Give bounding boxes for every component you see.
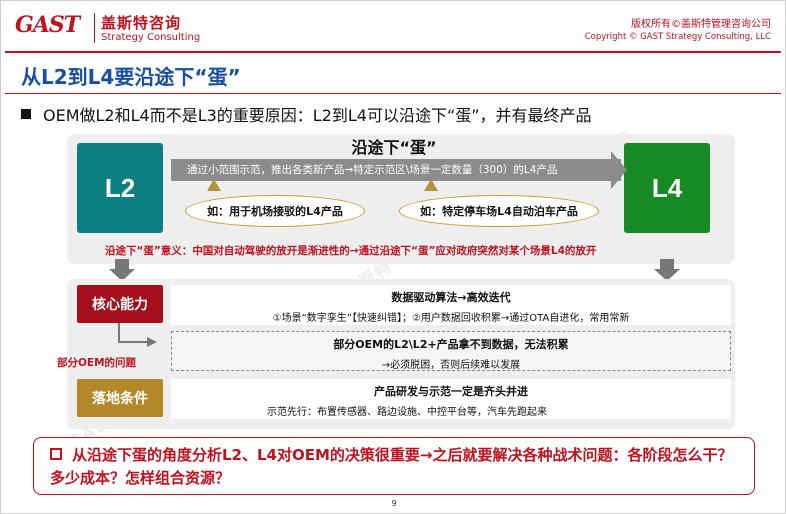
down-arrow-icon: [109, 259, 135, 281]
slide: GAST 盖斯特咨询 Strategy Consulting 版权所有©盖斯特管…: [0, 0, 786, 514]
company-name-en: Strategy Consulting: [101, 32, 201, 43]
arrow-head-icon: [611, 151, 627, 189]
conclusion-text: 从沿途下蛋的角度分析L2、L4对OEM的决策很重要→之后就要解决各种战术问题：各…: [50, 446, 733, 487]
connector-arrow-icon: [147, 337, 157, 347]
triangle-up-icon: [424, 179, 438, 191]
page-title: 从L2到L4要沿途下“蛋”: [21, 65, 241, 89]
oem-issue-label: 部分OEM的问题: [57, 357, 137, 369]
core-capability-tag: 核心能力: [77, 285, 163, 323]
main-bullet: OEM做L2和L4而不是L3的重要原因：L2到L4可以沿途下“蛋”，并有最终产品: [21, 102, 592, 126]
landing-condition-tag: 落地条件: [77, 379, 163, 417]
down-arrow-icon: [654, 259, 680, 281]
progress-arrow: 通过小范围示范，推出各类新产品→特定示范区\场景一定数量（300）的L4产品: [171, 159, 621, 181]
landing-condition-row: 产品研发与示范一定是齐头并进 示范先行：布置传感器、路边设施、中控平台等，汽车先…: [171, 379, 731, 419]
main-bullet-text: OEM做L2和L4而不是L3的重要原因：L2到L4可以沿途下“蛋”，并有最终产品: [43, 106, 592, 125]
oem-issue-headline: 部分OEM的L2\L2+产品拿不到数据，无法积累: [333, 338, 569, 351]
landing-condition-headline: 产品研发与示范一定是齐头并进: [374, 385, 528, 398]
oem-issue-row: 部分OEM的L2\L2+产品拿不到数据，无法积累 →必须脱困，否则后续难以发展: [171, 331, 731, 371]
copyright-en: Copyright © GAST Strategy Consulting, LL…: [584, 32, 771, 42]
l2-box: L2: [77, 143, 163, 233]
logo-divider: [94, 13, 95, 43]
bullet-square-icon: [21, 109, 31, 119]
example-airport-shuttle: 如：用于机场接驳的L4产品: [185, 195, 365, 227]
triangle-up-icon: [207, 179, 221, 191]
meaning-label: 沿途下“蛋”意义：: [105, 245, 193, 257]
meaning-note: 沿途下“蛋”意义：中国对自动驾驶的放开是渐进性的→通过沿途下“蛋”应对政府突然对…: [105, 243, 596, 258]
oem-issue-detail: →必须脱困，否则后续难以发展: [381, 360, 521, 371]
gast-logo: GAST: [15, 12, 80, 38]
header-divider: [5, 51, 781, 53]
checkbox-bullet-icon: [50, 448, 62, 460]
core-capability-row: 数据驱动算法→高效迭代 ①场景“数字孪生”【快速纠错】；②用户数据回收积累→通过…: [171, 285, 731, 325]
connector-line: [118, 323, 148, 343]
l4-box: L4: [624, 143, 710, 233]
title-divider: [5, 93, 781, 94]
copyright-cn: 版权所有©盖斯特管理咨询公司: [631, 19, 771, 30]
meaning-text: 中国对自动驾驶的放开是渐进性的→通过沿途下“蛋”应对政府突然对某个场景L4的放开: [192, 245, 597, 257]
core-capability-detail: ①场景“数字孪生”【快速纠错】；②用户数据回收积累→通过OTA自进化，常用常新: [272, 313, 630, 324]
core-capability-headline: 数据驱动算法→高效迭代: [391, 291, 511, 304]
company-name-cn: 盖斯特咨询: [101, 14, 182, 32]
conclusion-box: 从沿途下蛋的角度分析L2、L4对OEM的决策很重要→之后就要解决各种战术问题：各…: [33, 437, 755, 495]
landing-condition-detail: 示范先行：布置传感器、路边设施、中控平台等，汽车先跑起来: [267, 407, 547, 418]
example-auto-parking: 如：特定停车场L4自动泊车产品: [399, 195, 599, 227]
page-number: 9: [391, 499, 397, 508]
